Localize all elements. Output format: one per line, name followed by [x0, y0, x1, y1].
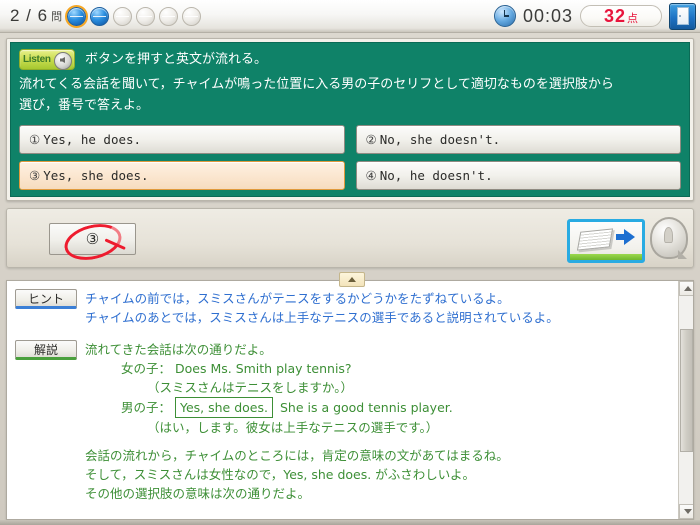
question-panel-frame: Listen ボタンを押すと英文が流れる。 流れてくる会話を聞いて，チャイムが鳴…	[6, 38, 694, 201]
progress-dot-3[interactable]	[113, 6, 133, 26]
dialogue-boy-row: 男の子： Yes, she does. She is a good tennis…	[85, 397, 671, 418]
hint-section: ヒント チャイムの前では，スミスさんがテニスをするかどうかをたずねているよ。 チ…	[15, 289, 671, 327]
answer-choices: ① Yes, he does. ② No, she doesn't. ③ Yes…	[19, 125, 681, 190]
dialogue-boy-rest: She is a good tennis player.	[279, 400, 453, 415]
progress-dot-5[interactable]	[159, 6, 179, 26]
choice-option-4[interactable]: ④ No, he doesn't.	[355, 161, 681, 190]
score-value: 32	[603, 6, 627, 26]
hint-lines: チャイムの前では，スミスさんがテニスをするかどうかをたずねているよ。 チャイムの…	[85, 289, 671, 327]
question-progress-counter: 2 / 6	[10, 6, 49, 25]
exit-door-icon[interactable]	[669, 2, 696, 30]
choice-1-number: ①	[29, 132, 41, 147]
progress-dot-2[interactable]	[90, 6, 110, 26]
next-page-icon[interactable]	[567, 219, 645, 263]
explanation-scrollbar[interactable]	[678, 281, 693, 519]
dialogue-boy-japanese: （はい，します。彼女は上手なテニスの選手です。）	[147, 420, 439, 435]
clock-icon	[493, 5, 516, 27]
choice-3-number: ③	[29, 168, 41, 183]
explanation-content: ヒント チャイムの前では，スミスさんがテニスをするかどうかをたずねているよ。 チ…	[7, 281, 677, 507]
summary-line-3: その他の選択肢の意味は次の通りだよ。	[85, 486, 311, 501]
arrow-head	[624, 229, 635, 245]
choice-option-3[interactable]: ③ Yes, she does.	[19, 161, 345, 190]
header-right-group: 00:03 32 点	[493, 2, 696, 30]
explanation-intro: 流れてきた会話は次の通りだよ。	[85, 342, 272, 357]
dialogue-boy-speaker: 男の子：	[121, 400, 172, 415]
scroll-up-arrow-icon[interactable]	[679, 281, 693, 296]
answer-bar: ③	[6, 208, 694, 268]
dialogue-girl-row: 女の子： Does Ms. Smith play tennis?	[85, 359, 671, 378]
hint-line-1: チャイムの前では，スミスさんがテニスをするかどうかをたずねているよ。	[85, 291, 510, 306]
instruction-line-3: 選び，番号で答えよ。	[19, 98, 150, 113]
explanation-label-button[interactable]: 解説	[15, 340, 77, 360]
choice-3-text: Yes, she does.	[43, 168, 149, 183]
bottom-strip	[0, 520, 700, 525]
dialogue-boy-answer-boxed: Yes, she does.	[175, 397, 273, 418]
explanation-gap	[85, 437, 671, 446]
choice-2-number: ②	[365, 132, 377, 147]
paper-stack-icon	[576, 228, 614, 251]
score-unit: 点	[627, 12, 639, 25]
progress-dot-1[interactable]	[65, 4, 89, 28]
choice-4-text: No, he doesn't.	[379, 168, 493, 183]
dialogue-girl-english: Does Ms. Smith play tennis?	[175, 361, 352, 376]
lightbulb-icon[interactable]	[648, 215, 688, 261]
lightbulb-tail	[678, 250, 687, 259]
instruction-line-1: ボタンを押すと英文が流れる。	[85, 52, 268, 67]
question-first-row: Listen ボタンを押すと英文が流れる。	[19, 49, 681, 70]
quiz-application: 2 / 6 問 00:03 32 点 Listen ボタンを押すと英文が流れる。…	[0, 0, 700, 525]
dialogue-girl-japanese: （スミスさんはテニスをしますか。）	[147, 380, 354, 395]
speaker-icon	[54, 52, 72, 70]
scrollbar-thumb[interactable]	[680, 328, 693, 453]
instruction-line-2: 流れてくる会話を聞いて，チャイムが鳴った位置に入る男の子のセリフとして適切なもの…	[19, 77, 614, 92]
selected-answer-value: ③	[85, 231, 100, 248]
explanation-panel: ヒント チャイムの前では，スミスさんがテニスをするかどうかをたずねているよ。 チ…	[6, 280, 694, 520]
question-progress-dots	[65, 4, 202, 28]
progress-dot-6[interactable]	[182, 6, 202, 26]
choice-option-1[interactable]: ① Yes, he does.	[19, 125, 345, 154]
selected-answer-slot[interactable]: ③	[49, 218, 136, 266]
hint-label-button[interactable]: ヒント	[15, 289, 77, 309]
listen-button[interactable]: Listen	[19, 49, 75, 70]
explanation-lines: 流れてきた会話は次の通りだよ。 女の子： Does Ms. Smith play…	[85, 340, 671, 503]
elapsed-timer: 00:03	[522, 5, 573, 26]
header-bar: 2 / 6 問 00:03 32 点	[0, 0, 700, 33]
instruction-block: 流れてくる会話を聞いて，チャイムが鳴った位置に入る男の子のセリフとして適切なもの…	[19, 74, 681, 116]
chevron-up-icon[interactable]	[339, 272, 365, 287]
score-badge: 32 点	[580, 5, 662, 27]
question-progress-unit: 問	[51, 10, 63, 23]
progress-dot-4[interactable]	[136, 6, 156, 26]
hint-line-2: チャイムのあとでは，スミスさんは上手なテニスの選手であると説明されているよ。	[85, 310, 559, 325]
question-panel: Listen ボタンを押すと英文が流れる。 流れてくる会話を聞いて，チャイムが鳴…	[10, 42, 690, 197]
scroll-down-arrow-icon[interactable]	[679, 504, 693, 519]
dialogue-girl-speaker: 女の子：	[121, 361, 172, 376]
summary-line-2: そして，スミスさんは女性なので，Yes, she does. がふさわしいよ。	[85, 467, 475, 482]
choice-4-number: ④	[365, 168, 377, 183]
choice-1-text: Yes, he does.	[43, 132, 142, 147]
choice-2-text: No, she doesn't.	[379, 132, 501, 147]
explanation-section: 解説 流れてきた会話は次の通りだよ。 女の子： Does Ms. Smith p…	[15, 340, 671, 503]
summary-line-1: 会話の流れから，チャイムのところには，肯定の意味の文があてはまるね。	[85, 448, 509, 463]
choice-option-2[interactable]: ② No, she doesn't.	[355, 125, 681, 154]
listen-button-label: Listen	[23, 54, 51, 65]
grass-strip	[570, 254, 642, 260]
